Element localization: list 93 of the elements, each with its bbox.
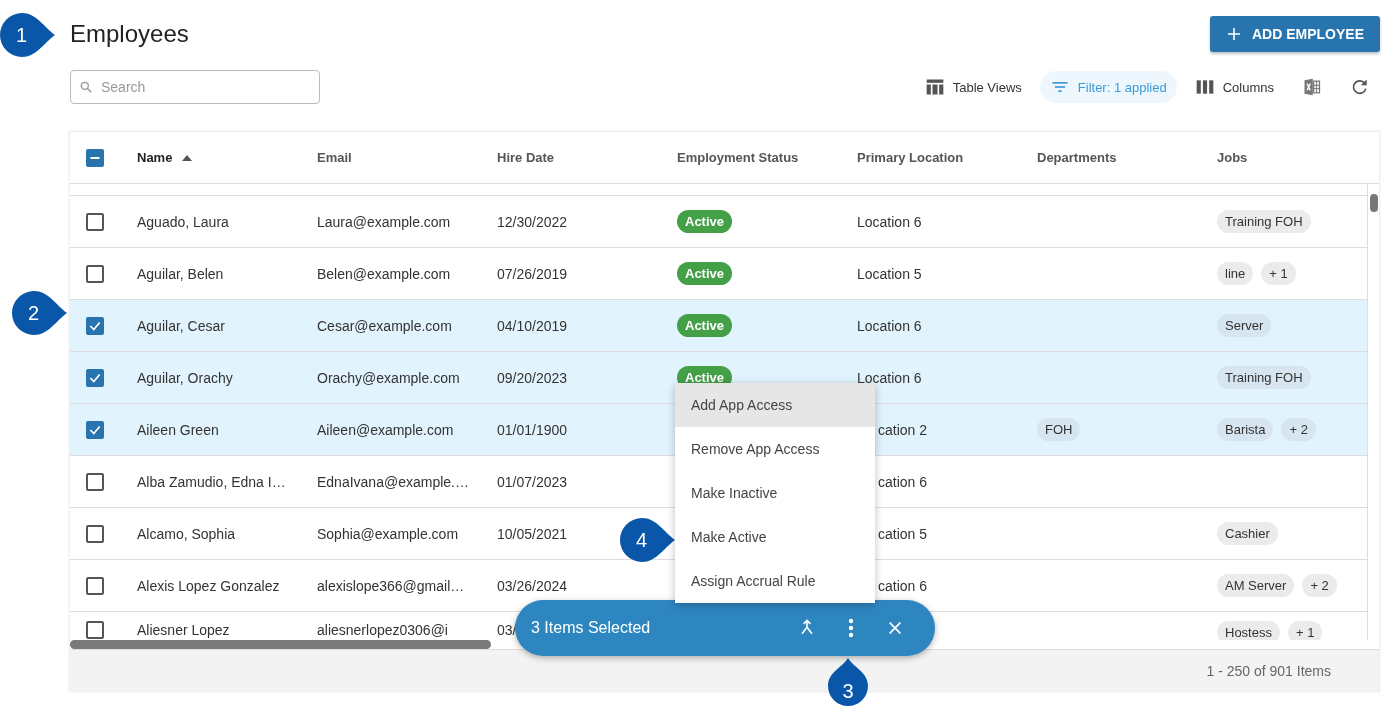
date-cell: 03/: [497, 622, 517, 638]
location-cell: cation 5: [878, 525, 928, 542]
menu-item[interactable]: Remove App Access: [675, 427, 875, 471]
job-chip: + 1: [1287, 621, 1323, 640]
columns-icon: [1194, 77, 1215, 97]
job-chip: + 2: [1302, 574, 1337, 597]
job-chip: Training FOH: [1217, 366, 1311, 389]
menu-item[interactable]: Add App Access: [675, 383, 875, 427]
job-chip: Training FOH: [1217, 210, 1311, 233]
name-cell: Aguilar, Orachy: [137, 369, 233, 386]
column-header[interactable]: Departments: [1037, 150, 1117, 165]
name-cell: Aguilar, Belen: [137, 265, 224, 282]
name-cell: Alcamo, Sophia: [137, 525, 236, 542]
date-cell: 03/26/2024: [497, 577, 568, 594]
email-cell: Orachy@example.com: [317, 369, 460, 386]
location-cell: cation 6: [878, 473, 928, 490]
email-cell: Laura@example.com: [317, 213, 451, 230]
name-cell: Aguilar, Cesar: [137, 317, 225, 334]
plus-icon: [1226, 26, 1242, 42]
status-badge: Active: [677, 314, 733, 337]
job-chip: AM Server: [1217, 574, 1295, 597]
refresh-icon: [1350, 77, 1370, 97]
column-header[interactable]: Hire Date: [497, 150, 555, 165]
job-chip: + 2: [1281, 418, 1316, 441]
email-cell: EdnaIvana@example.…: [317, 473, 469, 490]
date-cell: 01/07/2023: [497, 473, 568, 490]
sort-icon: [182, 154, 193, 161]
job-chip: Hostess: [1217, 621, 1280, 640]
status-badge: Active: [677, 262, 733, 285]
location-cell: Location 5: [857, 265, 922, 282]
email-cell: aliesnerlopez0306@i: [317, 622, 448, 638]
column-header[interactable]: Email: [317, 150, 352, 165]
row-checkbox[interactable]: [86, 576, 104, 595]
scrollbar[interactable]: [1367, 184, 1379, 640]
row-checkbox[interactable]: [86, 420, 104, 439]
email-cell: alexislope366@gmail…: [317, 577, 465, 594]
menu-item[interactable]: Make Active: [675, 515, 875, 559]
spreadsheet-icon: [1302, 77, 1322, 97]
job-chip: Barista: [1217, 418, 1274, 441]
location-cell: Location 6: [857, 317, 922, 334]
email-cell: Belen@example.com: [317, 265, 451, 282]
kebab-icon: [848, 618, 854, 638]
callout-marker: 2: [12, 291, 67, 335]
menu-item[interactable]: Make Inactive: [675, 471, 875, 515]
department-chip: FOH: [1037, 418, 1081, 441]
job-chip: Cashier: [1217, 522, 1278, 545]
status-badge: Active: [677, 210, 733, 233]
job-chip: line: [1217, 262, 1254, 285]
add-employee-button[interactable]: ADD EMPLOYEE: [1210, 16, 1380, 52]
name-cell: Aguado, Laura: [137, 213, 229, 230]
horizontal-scrollbar[interactable]: [70, 640, 491, 649]
column-header[interactable]: Primary Location: [857, 150, 964, 165]
date-cell: 09/20/2023: [497, 369, 568, 386]
callout-marker: 1: [0, 13, 55, 57]
date-cell: 12/30/2022: [497, 213, 568, 230]
table-icon: [924, 77, 945, 97]
email-cell: Aileen@example.com: [317, 421, 454, 438]
row-checkbox[interactable]: [86, 264, 104, 283]
name-cell: Aileen Green: [137, 421, 219, 438]
row-checkbox[interactable]: [86, 316, 104, 335]
select-all-checkbox[interactable]: [86, 148, 104, 167]
page-title: Employees: [70, 20, 189, 48]
close-icon: [887, 620, 903, 636]
search-field[interactable]: Search: [70, 70, 320, 104]
column-header[interactable]: Name: [137, 150, 173, 165]
name-cell: Alexis Lopez Gonzalez: [137, 577, 280, 594]
row-checkbox[interactable]: [86, 472, 104, 491]
location-cell: Location 6: [857, 213, 922, 230]
column-header[interactable]: Jobs: [1217, 150, 1248, 165]
callout-marker: 4: [620, 518, 675, 562]
job-chip: + 1: [1261, 262, 1296, 285]
toolbar-button[interactable]: Table Views: [914, 71, 1032, 103]
date-cell: 04/10/2019: [497, 317, 568, 334]
location-cell: Location 6: [857, 369, 922, 386]
selection-count: 3 Items Selected: [531, 619, 652, 637]
date-cell: 07/26/2019: [497, 265, 568, 282]
search-icon: [79, 80, 93, 94]
name-cell: Aliesner Lopez: [137, 622, 230, 638]
date-cell: 01/01/1900: [497, 421, 568, 438]
location-cell: cation 2: [878, 421, 928, 438]
toolbar-button[interactable]: Columns: [1184, 71, 1284, 103]
row-checkbox[interactable]: [86, 368, 104, 387]
email-cell: Sophia@example.com: [317, 525, 459, 542]
job-chip: Server: [1217, 314, 1272, 337]
date-cell: 10/05/2021: [497, 525, 568, 542]
email-cell: Cesar@example.com: [317, 317, 452, 334]
row-checkbox[interactable]: [86, 212, 104, 231]
column-header[interactable]: Employment Status: [677, 150, 799, 165]
location-cell: cation 6: [878, 577, 928, 594]
menu-item[interactable]: Assign Accrual Rule: [675, 559, 875, 603]
name-cell: Alba Zamudio, Edna I…: [137, 473, 286, 490]
row-checkbox[interactable]: [86, 524, 104, 543]
pagination-info: 1 - 250 of 901 Items: [1206, 662, 1331, 679]
